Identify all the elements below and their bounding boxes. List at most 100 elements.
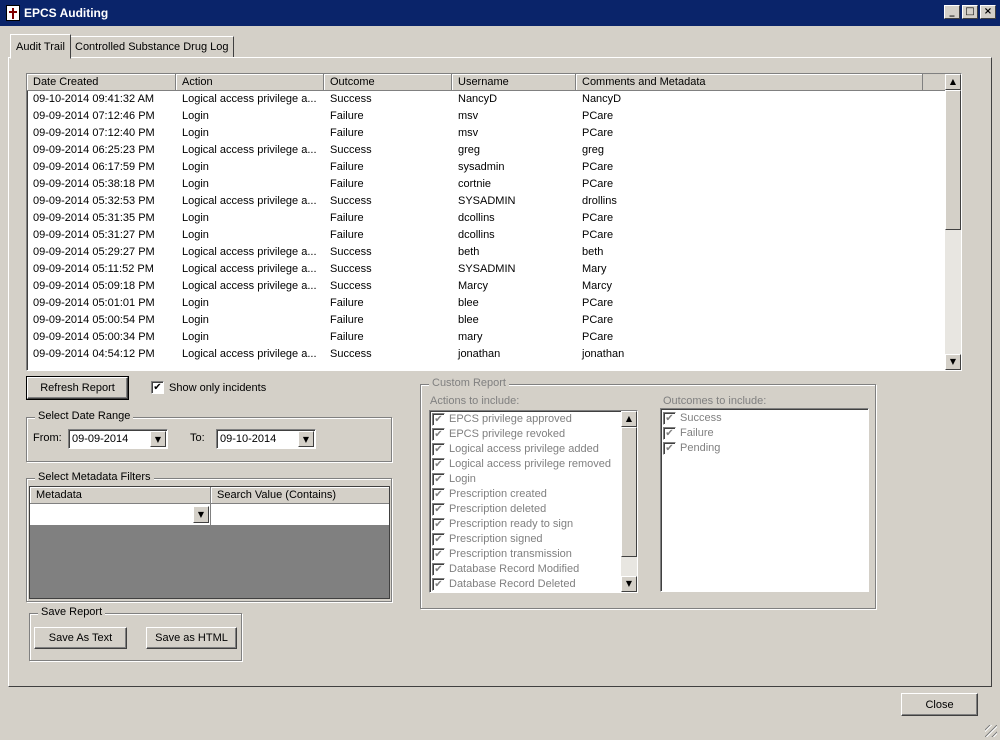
to-date-picker[interactable]: 09-10-2014 ▼ (216, 429, 316, 449)
outcome-list-item[interactable]: ✔ Pending (661, 441, 868, 456)
cell-username: beth (458, 246, 480, 258)
outcomes-list[interactable]: ✔ Success ✔ Failure ✔ Pending (660, 408, 869, 592)
table-row[interactable]: 09-09-2014 06:25:23 PM Logical access pri… (27, 142, 961, 159)
cell-outcome: Failure (330, 161, 364, 173)
table-row[interactable]: 09-10-2014 09:41:32 AM Logical access pri… (27, 91, 961, 108)
show-only-incidents[interactable]: ✔ Show only incidents (151, 381, 266, 394)
actions-scroll-down-button[interactable]: ▼ (621, 576, 637, 592)
scroll-up-button[interactable]: ▲ (945, 74, 961, 90)
cell-comments: PCare (582, 127, 614, 139)
cell-outcome: Success (330, 348, 372, 360)
actions-scrollbar[interactable]: ▲ ▼ (621, 411, 637, 592)
maximize-button[interactable]: □ (962, 5, 978, 19)
grid-scrollbar[interactable]: ▲ ▼ (945, 74, 961, 370)
action-checkbox[interactable]: ✔ (432, 458, 445, 471)
save-as-html-button[interactable]: Save as HTML (146, 627, 237, 649)
table-row[interactable]: 09-09-2014 04:54:12 PM Logical access pri… (27, 346, 961, 363)
action-checkbox[interactable]: ✔ (432, 503, 445, 516)
action-list-item[interactable]: ✔ Database Record Modified (430, 562, 620, 577)
outcome-checkbox[interactable]: ✔ (663, 412, 676, 425)
actions-scroll-up-button[interactable]: ▲ (621, 411, 637, 427)
actions-scroll-thumb[interactable] (621, 427, 637, 557)
table-row[interactable]: 09-09-2014 05:00:54 PM Login Failure blee PC… (27, 312, 961, 329)
table-row[interactable]: 09-09-2014 07:12:40 PM Login Failure msv PCa… (27, 125, 961, 142)
action-list-item[interactable]: ✔ Prescription transmission (430, 547, 620, 562)
metadata-dropdown-icon[interactable]: ▼ (193, 506, 209, 523)
table-row[interactable]: 09-09-2014 05:29:27 PM Logical access pri… (27, 244, 961, 261)
cell-comments: PCare (582, 314, 614, 326)
column-header-date[interactable]: Date Created (27, 74, 176, 90)
action-checkbox[interactable]: ✔ (432, 413, 445, 426)
outcome-checkbox[interactable]: ✔ (663, 427, 676, 440)
to-date-dropdown-icon[interactable]: ▼ (298, 431, 314, 447)
metadata-column-header[interactable]: Metadata (30, 487, 211, 503)
cell-action: Logical access privilege a... (182, 195, 317, 207)
table-row[interactable]: 09-09-2014 05:38:18 PM Login Failure cortni… (27, 176, 961, 193)
cell-comments: drollins (582, 195, 617, 207)
table-row[interactable]: 09-09-2014 07:12:46 PM Login Failure msv PCa… (27, 108, 961, 125)
outcome-list-item[interactable]: ✔ Failure (661, 426, 868, 441)
from-label: From: (33, 432, 62, 444)
table-row[interactable]: 09-09-2014 06:17:59 PM Login Failure sysadm… (27, 159, 961, 176)
tab-controlled-substance-drug-log[interactable]: Controlled Substance Drug Log (69, 36, 235, 58)
action-list-item[interactable]: ✔ Logical access privilege removed (430, 457, 620, 472)
cell-action: Logical access privilege a... (182, 246, 317, 258)
search-value-column-header[interactable]: Search Value (Contains) (211, 487, 389, 503)
action-list-item[interactable]: ✔ Prescription created (430, 487, 620, 502)
table-row[interactable]: 09-09-2014 05:32:53 PM Logical access pri… (27, 193, 961, 210)
action-list-item[interactable]: ✔ Prescription signed (430, 532, 620, 547)
cell-outcome: Success (330, 93, 372, 105)
cell-date: 09-09-2014 05:32:53 PM (33, 195, 155, 207)
action-checkbox[interactable]: ✔ (432, 563, 445, 576)
column-header-username[interactable]: Username (452, 74, 576, 90)
action-list-item[interactable]: ✔ Login (430, 472, 620, 487)
scroll-thumb[interactable] (945, 90, 961, 230)
action-list-item[interactable]: ✔ Database Record Deleted (430, 577, 620, 592)
from-date-dropdown-icon[interactable]: ▼ (150, 431, 166, 447)
from-date-picker[interactable]: 09-09-2014 ▼ (68, 429, 168, 449)
table-row[interactable]: 09-09-2014 05:31:35 PM Login Failure dcolli… (27, 210, 961, 227)
cell-action: Login (182, 161, 209, 173)
table-row[interactable]: 09-09-2014 05:09:18 PM Logical access pri… (27, 278, 961, 295)
action-checkbox[interactable]: ✔ (432, 578, 445, 591)
tab-audit-trail[interactable]: Audit Trail (10, 34, 71, 59)
action-list-item[interactable]: ✔ Logical access privilege added (430, 442, 620, 457)
audit-grid[interactable]: Date Created Action Outcome Username Com… (26, 73, 962, 371)
action-checkbox[interactable]: ✔ (432, 548, 445, 561)
column-header-action[interactable]: Action (176, 74, 324, 90)
show-only-incidents-checkbox[interactable]: ✔ (151, 381, 164, 394)
action-checkbox[interactable]: ✔ (432, 428, 445, 441)
cell-action: Logical access privilege a... (182, 93, 317, 105)
close-window-button[interactable]: × (980, 5, 996, 19)
action-list-item[interactable]: ✔ EPCS privilege revoked (430, 427, 620, 442)
action-list-item[interactable]: ✔ EPCS privilege approved (430, 412, 620, 427)
outcome-list-item[interactable]: ✔ Success (661, 411, 868, 426)
cell-username: sysadmin (458, 161, 505, 173)
table-row[interactable]: 09-09-2014 05:00:34 PM Login Failure mary PC… (27, 329, 961, 346)
metadata-filter-grid[interactable]: Metadata Search Value (Contains) ▼ (29, 486, 390, 599)
action-checkbox[interactable]: ✔ (432, 533, 445, 546)
outcome-checkbox[interactable]: ✔ (663, 442, 676, 455)
actions-list[interactable]: ✔ EPCS privilege approved ✔ EPCS privilege … (429, 410, 638, 593)
cell-date: 09-09-2014 05:09:18 PM (33, 280, 155, 292)
action-checkbox[interactable]: ✔ (432, 473, 445, 486)
save-report-title: Save Report (38, 606, 106, 618)
action-checkbox[interactable]: ✔ (432, 443, 445, 456)
close-button[interactable]: Close (901, 693, 978, 716)
column-header-outcome[interactable]: Outcome (324, 74, 452, 90)
search-value-input[interactable] (211, 504, 389, 525)
table-row[interactable]: 09-09-2014 05:11:52 PM Logical access pri… (27, 261, 961, 278)
action-list-item[interactable]: ✔ Prescription deleted (430, 502, 620, 517)
action-checkbox[interactable]: ✔ (432, 518, 445, 531)
minimize-button[interactable]: _ (944, 5, 960, 19)
table-row[interactable]: 09-09-2014 05:01:01 PM Login Failure blee PC… (27, 295, 961, 312)
table-row[interactable]: 09-09-2014 05:31:27 PM Login Failure dcolli… (27, 227, 961, 244)
resize-grip-icon[interactable] (985, 725, 997, 737)
refresh-report-button[interactable]: Refresh Report (26, 376, 129, 400)
action-list-item[interactable]: ✔ Prescription ready to sign (430, 517, 620, 532)
save-as-text-button[interactable]: Save As Text (34, 627, 127, 649)
metadata-select[interactable]: ▼ (30, 504, 211, 525)
action-checkbox[interactable]: ✔ (432, 488, 445, 501)
scroll-down-button[interactable]: ▼ (945, 354, 961, 370)
column-header-comments[interactable]: Comments and Metadata (576, 74, 923, 90)
